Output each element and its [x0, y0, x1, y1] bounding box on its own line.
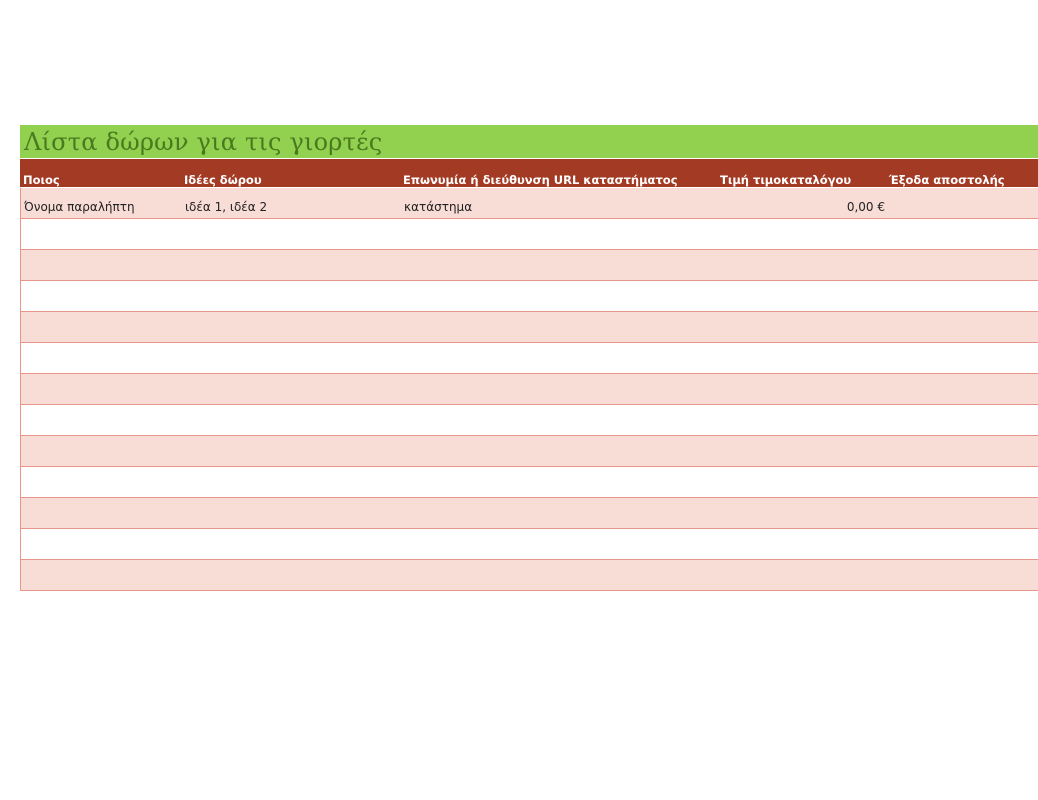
- header-ideas[interactable]: Ιδέες δώρου: [184, 173, 262, 187]
- header-row: Ποιος Ιδέες δώρου Επωνυμία ή διεύθυνση U…: [20, 158, 1038, 188]
- table-row[interactable]: [20, 436, 1038, 467]
- table-row[interactable]: [20, 374, 1038, 405]
- table-row[interactable]: [20, 219, 1038, 250]
- cell-store[interactable]: κατάστημα: [404, 200, 472, 214]
- header-price[interactable]: Τιμή τιμοκαταλόγου: [720, 173, 851, 187]
- cell-who[interactable]: Όνομα παραλήπτη: [24, 200, 135, 214]
- table-row[interactable]: [20, 498, 1038, 529]
- sheet-title[interactable]: Λίστα δώρων για τις γιορτές: [24, 128, 382, 156]
- table-row[interactable]: [20, 281, 1038, 312]
- table-row[interactable]: [20, 529, 1038, 560]
- header-shipping[interactable]: Έξοδα αποστολής: [889, 173, 1005, 187]
- table-row[interactable]: Όνομα παραλήπτη ιδέα 1, ιδέα 2 κατάστημα 0,…: [20, 188, 1038, 219]
- table-row[interactable]: [20, 250, 1038, 281]
- table-body: Όνομα παραλήπτη ιδέα 1, ιδέα 2 κατάστημα 0,…: [20, 188, 1038, 591]
- table-row[interactable]: [20, 405, 1038, 436]
- table-row[interactable]: [20, 560, 1038, 591]
- header-store[interactable]: Επωνυμία ή διεύθυνση URL καταστήματος: [403, 173, 678, 187]
- table-row[interactable]: [20, 467, 1038, 498]
- header-who[interactable]: Ποιος: [23, 173, 60, 187]
- gift-list-table: Λίστα δώρων για τις γιορτές Ποιος Ιδέες …: [20, 125, 1038, 591]
- table-row[interactable]: [20, 312, 1038, 343]
- cell-ideas[interactable]: ιδέα 1, ιδέα 2: [185, 200, 267, 214]
- table-row[interactable]: [20, 343, 1038, 374]
- title-bar: Λίστα δώρων για τις γιορτές: [20, 125, 1038, 158]
- cell-price[interactable]: 0,00 €: [847, 200, 885, 214]
